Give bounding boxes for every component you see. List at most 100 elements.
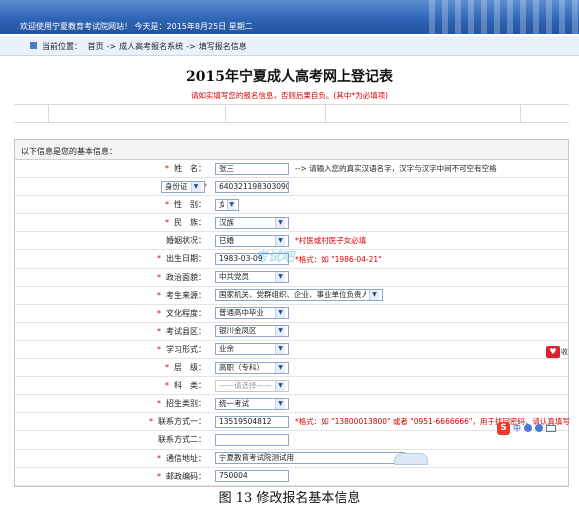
field-label-cell: * 姓 名： [15,160,212,177]
form-row: * 考试县区： 银川金凤区 ▼ [15,323,568,341]
field-label-cell: * 文化程度： [15,305,212,322]
dropdown-select[interactable]: 统一考试 ▼ [215,397,289,410]
favorite-label: 收 [561,348,568,356]
dropdown-value: ——请选择—— [219,380,272,390]
required-star: * [157,272,161,282]
dropdown-select: ——请选择—— ▼ [215,379,289,392]
section-heading: 以下信息是您的基本信息： [15,140,568,160]
form-row: * 科 类： ——请选择—— ▼ [15,377,568,396]
chevron-down-icon: ▼ [227,199,235,210]
form-row: * 学习形式： 业余 ▼ [15,341,568,360]
form-row: * 民 族： 汉族 ▼ [15,214,568,233]
divider [520,104,521,122]
required-star: * [157,453,161,463]
field-label-cell: * 科 类： [15,377,212,394]
text-input[interactable]: 640321198303090028 [215,180,289,193]
field-label: 科 类： [174,381,206,391]
field-label: 招生类别： [166,399,206,409]
chevron-down-icon: ▼ [275,398,285,409]
watermark-logo: 考试吧 [255,250,295,265]
chat-bubble-icon[interactable] [394,453,428,465]
form-row: * 招生类别： 统一考试 ▼ [15,395,568,414]
field-label: 性 别： [174,200,206,210]
dropdown-value: 中共党员 [219,272,249,282]
field-value-cell: 张三 --> 请输入您的真实汉语名字，汉字与汉字中间不可空有空格 [215,160,497,177]
welcome-text: 欢迎使用宁夏教育考试院网站！ 今天是：2015年8月25日 星期二 [20,22,253,31]
dropdown-value: 业余 [219,344,234,354]
text-input[interactable]: 张三 [215,162,289,175]
chevron-down-icon: ▼ [369,290,379,301]
field-label: 通信地址： [166,453,206,463]
dropdown-value: 银川金凤区 [219,326,257,336]
field-label: 文化程度： [166,308,206,318]
field-value-cell: 国家机关、党群组织、企业、事业单位负责人 ▼ [215,287,383,304]
breadcrumb-separator: -> [106,42,117,51]
field-label-cell: * 层 级： [15,359,212,376]
ime-moon-icon[interactable] [524,424,532,432]
chevron-down-icon: ▼ [275,272,285,283]
field-label-cell: * 出生日期： [15,250,212,267]
text-input[interactable]: 13519504812 [215,415,289,428]
field-value-cell: 统一考试 ▼ [215,395,289,412]
required-star: * [165,200,169,210]
page-title: 2015年宁夏成人高考网上登记表 [186,69,393,85]
required-star: * [157,290,161,300]
required-star: * [149,417,153,427]
chevron-down-icon: ▼ [275,380,285,391]
required-star: * [157,326,161,336]
text-input[interactable]: 宁夏教育考试院测试用 [215,452,405,465]
form-row: * 通信地址： 宁夏教育考试院测试用 [15,450,568,468]
divider [14,104,569,105]
breadcrumb-link[interactable]: 首页 [88,42,104,51]
field-label: 姓 名： [174,164,206,173]
field-value-cell: ——请选择—— ▼ [215,377,289,394]
form-row: *身份证▼640321198303090028 [15,178,568,197]
field-label: 考试县区： [166,326,206,336]
required-star: * [157,308,161,318]
required-notice: 请如实填写您的报名信息，否则后果自负。(其中*为必填项) [190,91,389,100]
field-hint: *村医或村医子女必填 [295,236,367,246]
ime-keyboard-icon[interactable] [546,424,556,432]
dropdown-select[interactable]: 国家机关、党群组织、企业、事业单位负责人 ▼ [215,289,383,302]
dropdown-select[interactable]: 普通高中毕业 ▼ [215,307,289,320]
ime-punct-icon[interactable] [535,424,543,432]
required-star: * [157,254,161,264]
dropdown-select[interactable]: 中共党员 ▼ [215,271,289,284]
field-value-cell [215,431,289,448]
field-label-cell: * 通信地址： [15,450,212,467]
text-input[interactable]: 750004 [215,470,289,483]
chevron-down-icon: ▼ [275,217,285,228]
form-row: * 邮政编码： 750004 [15,468,568,486]
dropdown-select[interactable]: 高职（专科） ▼ [215,361,289,374]
field-value-cell: 业余 ▼ [215,341,289,358]
text-input[interactable] [215,433,289,446]
sogou-ime-icon[interactable]: S [497,421,510,435]
breadcrumb-link[interactable]: 成人高考报名系统 [119,42,183,51]
field-label: 邮政编码： [166,471,206,481]
required-star: * [165,363,169,373]
dropdown-select[interactable]: 汉族 ▼ [215,216,289,229]
ime-toolbar[interactable]: S 中 [497,421,569,435]
breadcrumb-trail: 当前位置： 首页 -> 成人高考报名系统 -> 填写报名信息 [42,41,250,52]
breadcrumb-link[interactable]: 填写报名信息 [199,42,247,51]
id-type-select[interactable]: 身份证 ▼ [161,181,205,194]
divider [325,104,326,122]
dropdown-value: 女 [219,199,225,209]
required-star: * [165,218,169,228]
dropdown-select[interactable]: 银川金凤区 ▼ [215,325,289,338]
location-icon [30,42,37,49]
form-row: * 姓 名： 张三 --> 请输入您的真实汉语名字，汉字与汉字中间不可空有空格 [15,160,568,179]
field-label: 联系方式二： [158,435,206,445]
field-label: 层 级： [174,363,206,373]
field-label-cell: 婚姻状况： [15,232,212,249]
field-label-cell: * 考生来源： [15,287,212,304]
field-value-cell: 普通高中毕业 ▼ [215,305,289,322]
dropdown-select[interactable]: 女 ▼ [215,198,239,211]
chevron-down-icon: ▼ [275,326,285,337]
dropdown-select[interactable]: 业余 ▼ [215,343,289,356]
favorite-heart-icon[interactable]: ♥ [546,346,560,358]
field-value-cell: 汉族 ▼ [215,214,289,231]
ime-mode-label[interactable]: 中 [513,423,521,434]
field-label: 考生来源： [166,290,206,300]
form-row: 联系方式二： [15,431,568,450]
